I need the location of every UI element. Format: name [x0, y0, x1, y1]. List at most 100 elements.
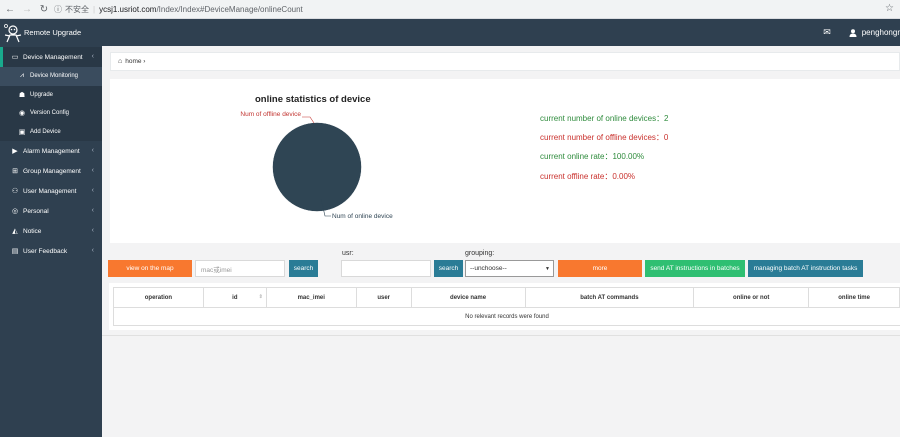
user-icon	[849, 28, 857, 37]
chevron-left-icon: ‹	[91, 247, 94, 254]
sidebar-item-label: User Feedback	[23, 247, 68, 255]
user-menu[interactable]: penghongr	[849, 28, 900, 37]
offline-count-text: current number of offline devices：0	[540, 133, 669, 142]
online-rate-text: current online rate：100.00%	[540, 152, 645, 161]
sidebar-item-label: Group Management	[23, 167, 81, 175]
comment-icon: ▤	[11, 248, 19, 255]
sidebar-item-label: Device Management	[23, 53, 83, 61]
th-device-name[interactable]: device name	[412, 288, 526, 308]
offline-slice-label: Num of offline device	[240, 111, 301, 118]
th-batch-at-commands[interactable]: batch AT commands	[526, 288, 695, 308]
chart-title: online statistics of device	[255, 94, 371, 105]
chevron-left-icon: ‹	[91, 207, 94, 214]
sidebar-item-alarm-management[interactable]: ▶ Alarm Management ‹	[0, 141, 102, 161]
breadcrumb: ⌂ home ›	[110, 52, 900, 71]
th-id-label: id	[232, 295, 238, 301]
app-header: Remote Upgrade ✉ penghongr	[0, 19, 900, 46]
info-icon[interactable]: ⓘ	[54, 4, 62, 15]
sidebar-item-version-config[interactable]: ◉ Version Config	[0, 104, 102, 123]
url-host: ycsj1.usriot.com	[99, 5, 157, 14]
th-online-time[interactable]: online time	[809, 288, 900, 308]
usr-label: usr:	[342, 250, 354, 257]
sidebar-item-user-feedback[interactable]: ▤ User Feedback ‹	[0, 241, 102, 261]
insecure-label: 不安全	[65, 5, 89, 14]
grouping-label: grouping:	[465, 250, 495, 257]
sidebar-item-device-monitoring[interactable]: ⩘ Device Monitoring	[0, 67, 102, 86]
offline-label-leader	[302, 116, 315, 124]
sidebar-item-label: Alarm Management	[23, 147, 80, 155]
user-circle-icon: ◎	[11, 208, 19, 215]
breadcrumb-home[interactable]: home ›	[125, 58, 145, 65]
envelope-icon[interactable]: ✉	[823, 27, 831, 38]
search-usr-button[interactable]: search	[434, 260, 463, 277]
sidebar-item-upgrade[interactable]: ☗ Upgrade	[0, 86, 102, 105]
sitemap-icon: ⊞	[12, 168, 18, 175]
th-operation[interactable]: operation	[114, 288, 204, 308]
username: penghongr	[861, 28, 900, 37]
sidebar-item-label: Device Monitoring	[30, 73, 79, 80]
device-submenu: ⩘ Device Monitoring ☗ Upgrade ◉ Version …	[0, 67, 102, 141]
robot-logo-icon	[4, 23, 22, 42]
url-path: /Index/Index#DeviceManage/onlineCount	[156, 5, 303, 14]
chevron-left-icon: ‹	[91, 227, 94, 234]
user-gear-icon: ☗	[18, 91, 26, 99]
more-button[interactable]: more	[558, 260, 642, 277]
home-icon[interactable]: ⌂	[118, 58, 122, 65]
chevron-left-icon: ‹	[91, 53, 94, 60]
sidebar-item-label: Notice	[23, 227, 42, 235]
mac-imei-input[interactable]: mac或imei	[195, 260, 285, 277]
sort-icon: ⇕	[258, 294, 263, 300]
send-at-batch-button[interactable]: send AT instructions in batches	[645, 260, 745, 277]
back-arrow-icon[interactable]: ←	[3, 2, 17, 16]
browser-bar: ← → ↻ ⓘ 不安全 | ycsj1.usriot.com/Index/Ind…	[0, 0, 900, 19]
header-actions: ✉ penghongr	[823, 19, 900, 46]
sidebar-item-notice[interactable]: ◭ Notice ‹	[0, 221, 102, 241]
sidebar-item-personal[interactable]: ◎ Personal ‹	[0, 201, 102, 221]
sidebar-item-group-management[interactable]: ⊞ Group Management ‹	[0, 161, 102, 181]
sidebar-item-label: User Management	[23, 187, 77, 195]
sidebar-item-label: Upgrade	[30, 91, 54, 98]
caret-down-icon: ▼	[545, 266, 550, 272]
laptop-icon: ▭	[11, 54, 19, 61]
view-on-map-button[interactable]: view on the map	[108, 260, 192, 277]
offline-rate-text: current offline rate：0.00%	[540, 172, 636, 181]
pie-slice-1[interactable]	[272, 122, 362, 212]
sidebar-item-user-management[interactable]: ⚇ User Management ‹	[0, 181, 102, 201]
device-table-panel: operation id ⇕ mac_imei user device name …	[109, 283, 900, 330]
device-table: operation id ⇕ mac_imei user device name …	[113, 287, 900, 326]
sidebar-item-label: Personal	[23, 207, 49, 215]
usr-input[interactable]	[341, 260, 431, 277]
content-divider	[102, 335, 900, 336]
forward-arrow-icon[interactable]: →	[20, 2, 34, 16]
table-empty-message: No relevant records were found	[465, 314, 549, 320]
th-mac-imei[interactable]: mac_imei	[267, 288, 357, 308]
grouping-select[interactable]: --unchoose-- ▼	[465, 260, 554, 277]
sidebar-item-device-management[interactable]: ▭ Device Management ‹	[0, 47, 102, 67]
address-bar[interactable]: ⓘ 不安全 | ycsj1.usriot.com/Index/Index#Dev…	[54, 2, 894, 17]
bell-icon: ◭	[12, 228, 18, 235]
line-chart-icon: ⩘	[20, 72, 24, 80]
search-mac-button[interactable]: search	[289, 260, 318, 277]
sidebar-item-add-device[interactable]: ▣ Add Device	[0, 123, 102, 142]
group-icon: ▣	[18, 128, 26, 136]
th-online-or-not[interactable]: online or not	[694, 288, 810, 308]
brand[interactable]: Remote Upgrade	[0, 19, 102, 46]
bookmark-star-icon[interactable]: ☆	[885, 3, 894, 14]
online-slice-label: Num of online device	[332, 213, 393, 220]
chevron-left-icon: ‹	[91, 147, 94, 154]
online-count-text: current number of online devices：2	[540, 114, 669, 123]
th-user[interactable]: user	[357, 288, 412, 308]
sidebar: ▭ Device Management ‹ ⩘ Device Monitorin…	[0, 46, 102, 437]
device-pie-chart: Num of offline device Num of online devi…	[240, 111, 393, 220]
device-toolbar: view on the map mac或imei search usr: sea…	[102, 245, 900, 285]
chevron-left-icon: ‹	[91, 167, 94, 174]
table-header: operation id ⇕ mac_imei user device name …	[114, 288, 900, 308]
sidebar-item-label: Add Device	[30, 128, 61, 135]
brand-title: Remote Upgrade	[24, 28, 82, 37]
reload-icon[interactable]: ↻	[37, 2, 51, 16]
stats-panel: online statistics of device Num of offli…	[110, 79, 900, 243]
th-id[interactable]: id ⇕	[204, 288, 267, 308]
video-icon: ▶	[12, 148, 18, 155]
sidebar-item-label: Version Config	[30, 110, 70, 117]
manage-at-tasks-button[interactable]: managing batch AT instruction tasks	[748, 260, 863, 277]
